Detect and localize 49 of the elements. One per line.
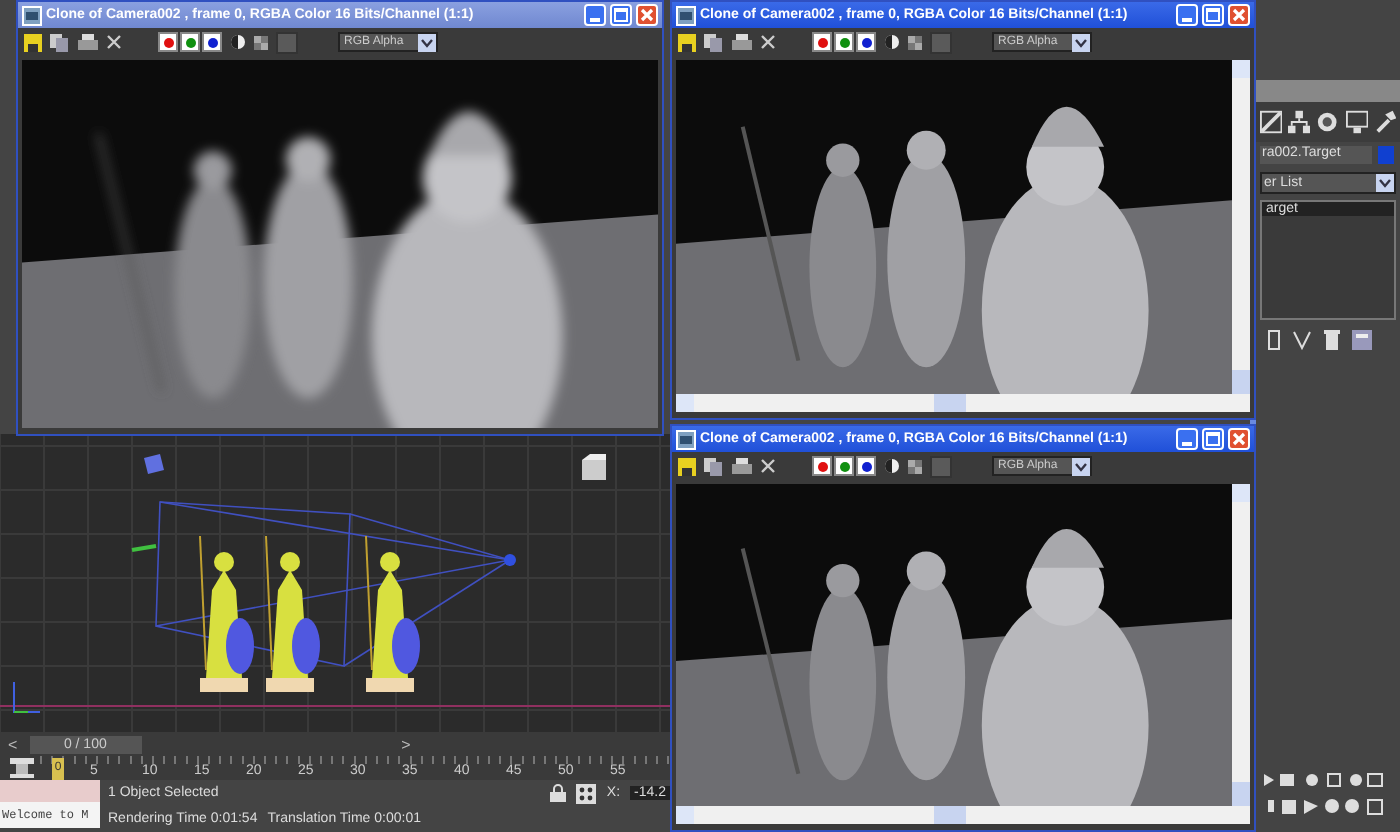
object-color-swatch[interactable]	[1378, 146, 1394, 164]
maximize-button[interactable]	[1202, 4, 1224, 26]
maximize-button[interactable]	[1202, 428, 1224, 450]
motion-icon[interactable]	[1316, 110, 1340, 134]
key-mode-icon[interactable]	[8, 758, 36, 778]
window-icon	[22, 5, 42, 25]
copy-icon[interactable]	[704, 457, 724, 475]
save-icon[interactable]	[678, 457, 696, 475]
panel-header	[1256, 80, 1400, 102]
chevron-icon	[1072, 457, 1090, 475]
scrollbar[interactable]	[676, 806, 1250, 824]
minimize-button[interactable]	[1176, 428, 1198, 450]
navigation-controls-drawing[interactable]	[1264, 772, 1384, 820]
minimize-button[interactable]	[1176, 4, 1198, 26]
checker-icon[interactable]	[908, 35, 922, 49]
save-icon[interactable]	[678, 33, 696, 51]
hierarchy-icon[interactable]	[1288, 110, 1311, 134]
close-button[interactable]	[1228, 428, 1250, 450]
script-listener-field[interactable]	[0, 780, 100, 802]
color-swatch[interactable]	[930, 455, 952, 477]
print-icon[interactable]	[732, 457, 752, 475]
monochrome-icon[interactable]	[884, 34, 900, 50]
pin-stack-icon[interactable]	[1268, 330, 1280, 350]
checker-icon[interactable]	[908, 459, 922, 473]
clear-icon[interactable]	[760, 34, 776, 50]
previous-frame-button[interactable]: <	[4, 735, 22, 754]
next-frame-button[interactable]: >	[397, 735, 415, 754]
scrollbar[interactable]	[1232, 60, 1250, 394]
close-button[interactable]	[1228, 4, 1250, 26]
clear-icon[interactable]	[760, 458, 776, 474]
window-icon	[676, 429, 696, 449]
chevron-icon	[418, 33, 436, 51]
lock-icon[interactable]	[550, 784, 567, 802]
monochrome-icon[interactable]	[884, 458, 900, 474]
axis-icon	[8, 681, 40, 718]
hammer-icon[interactable]	[1373, 110, 1397, 134]
remove-modifier-icon[interactable]	[1324, 330, 1340, 350]
modify-icon[interactable]	[1260, 110, 1283, 134]
chevron-icon	[1072, 33, 1090, 51]
print-icon[interactable]	[732, 33, 752, 51]
color-swatch[interactable]	[930, 31, 952, 53]
selection-mode-icon[interactable]	[576, 783, 597, 803]
show-result-icon[interactable]	[1292, 330, 1312, 350]
display-icon[interactable]	[1345, 110, 1368, 134]
copy-icon[interactable]	[704, 33, 724, 51]
scrollbar[interactable]	[676, 394, 1250, 412]
window-icon	[676, 5, 696, 25]
scrollbar[interactable]	[1232, 484, 1250, 806]
chevron-icon	[1376, 174, 1394, 192]
